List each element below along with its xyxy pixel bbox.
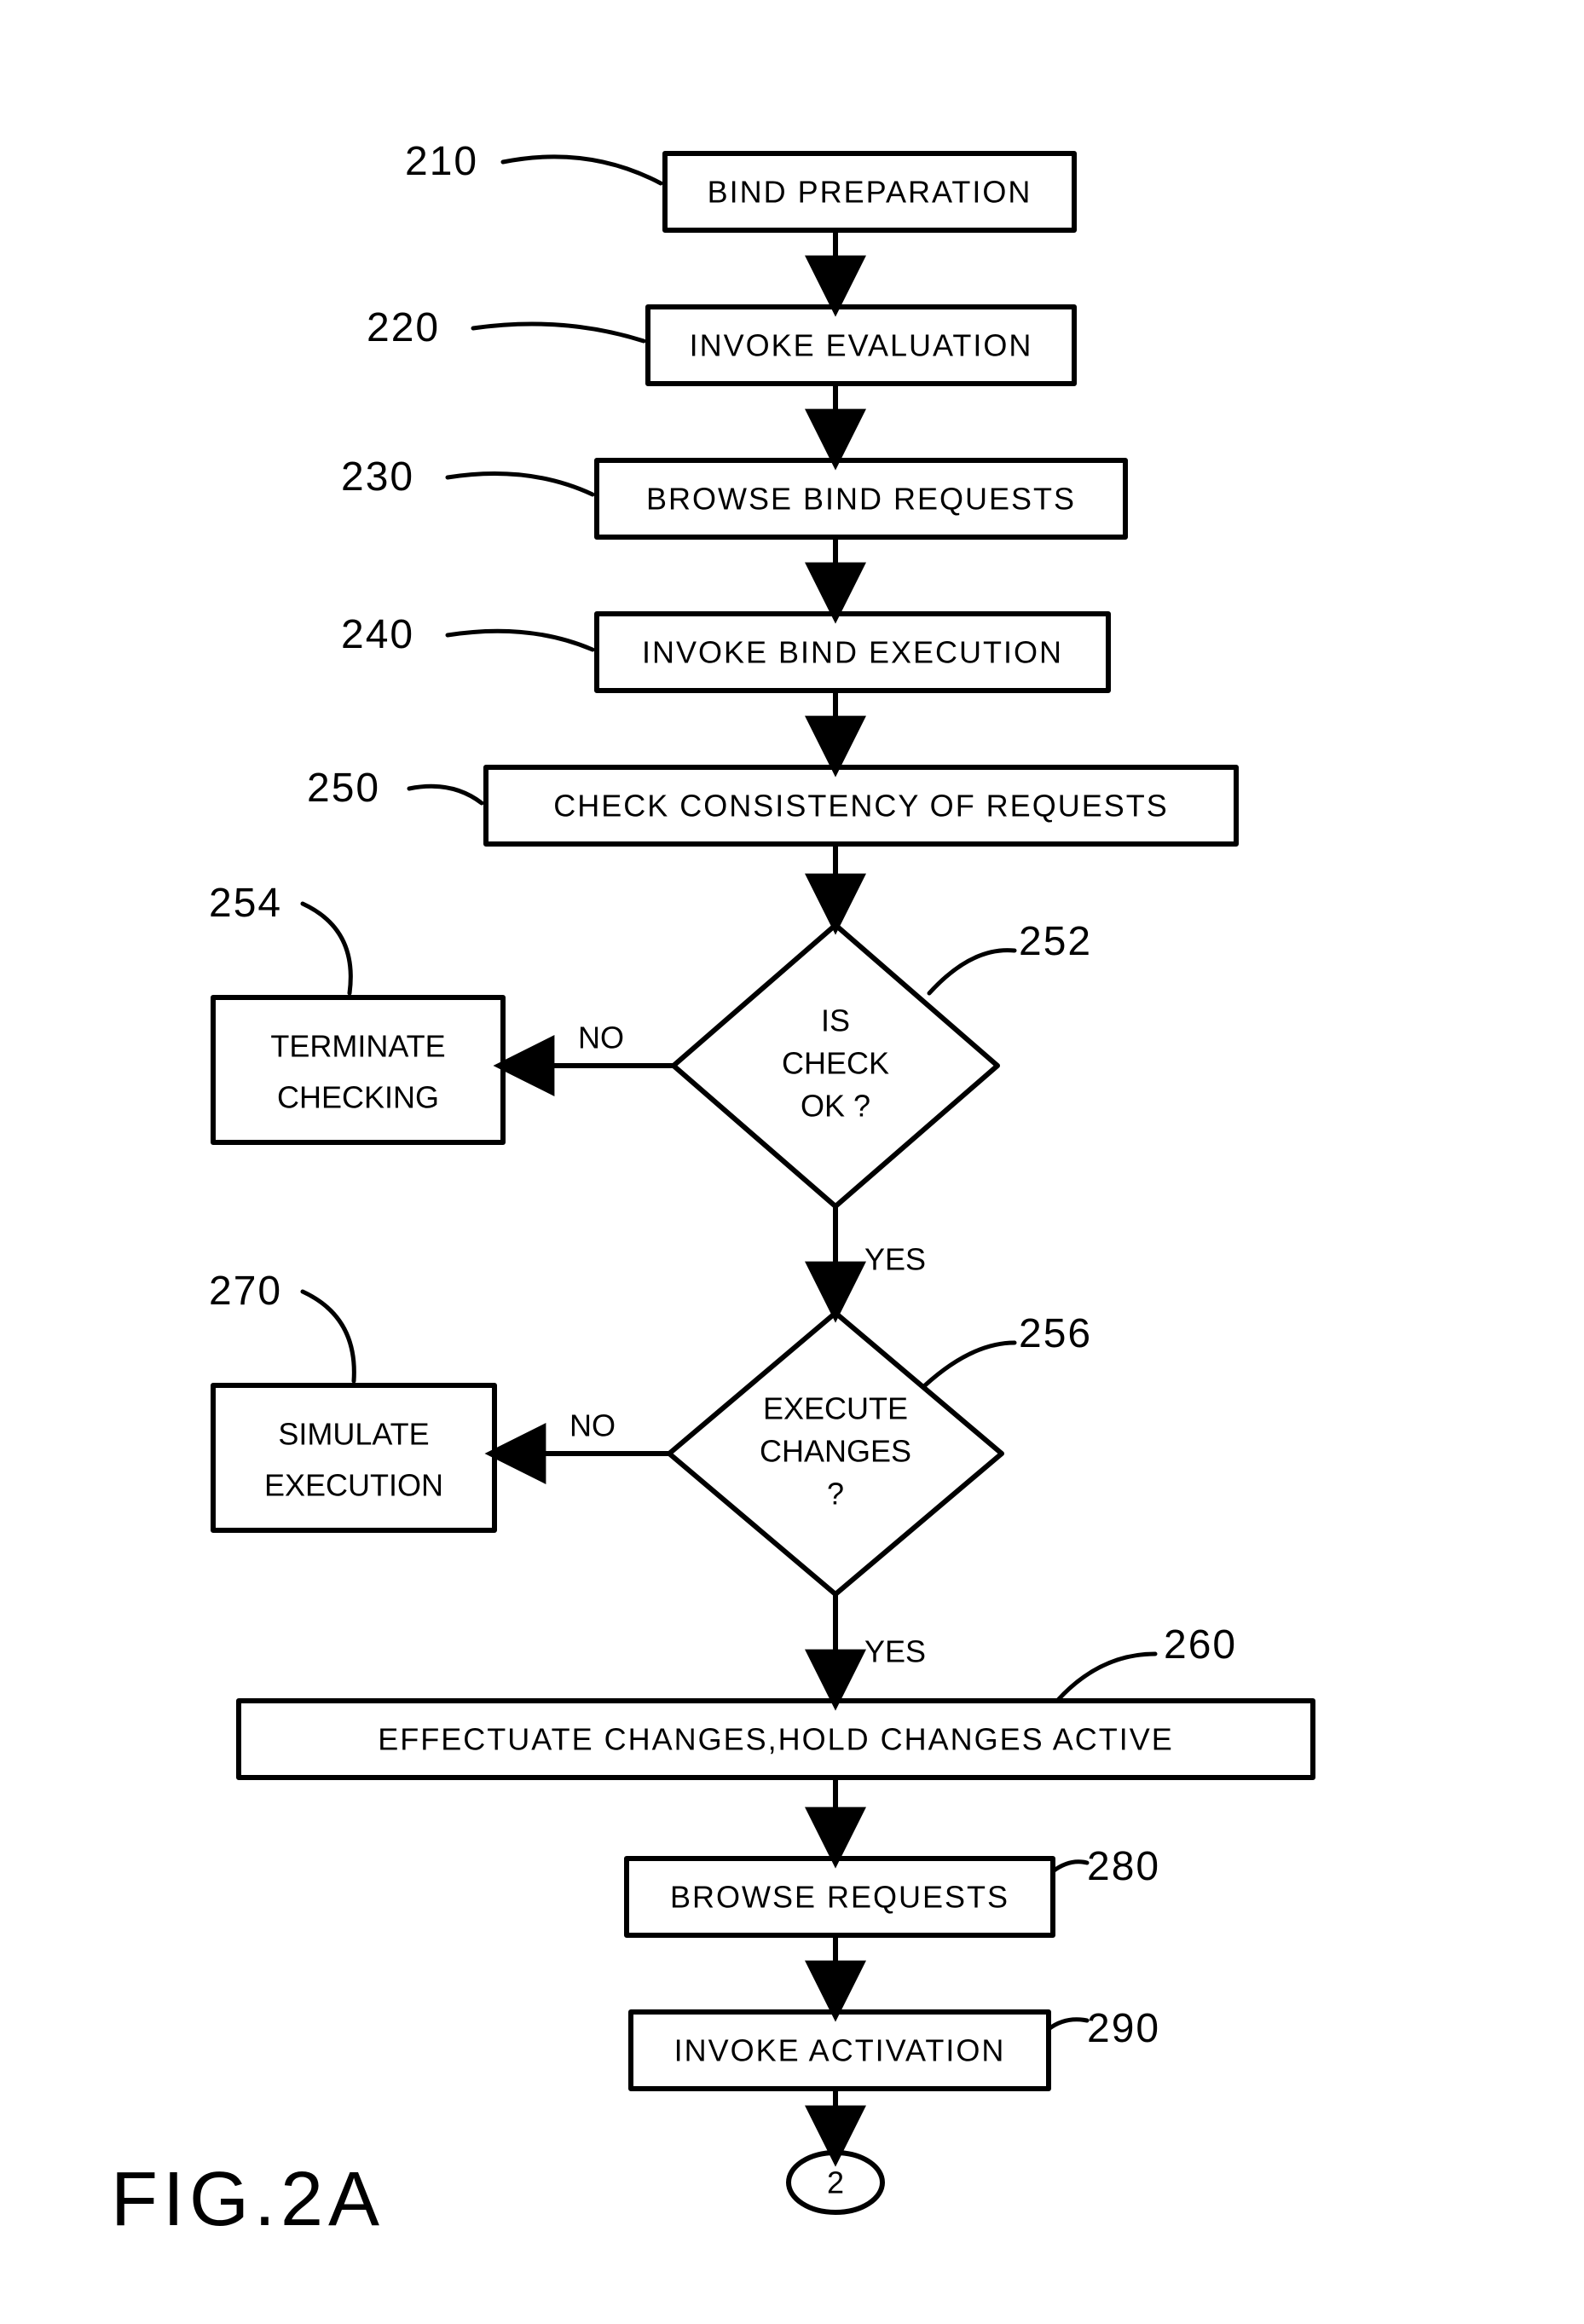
figure-label: FIG.2A bbox=[111, 2157, 384, 2242]
node-230: BROWSE BIND REQUESTS bbox=[597, 460, 1125, 537]
flowchart: BIND PREPARATION 210 INVOKE EVALUATION 2… bbox=[0, 0, 1584, 2324]
leader-252 bbox=[929, 951, 1015, 993]
ref-290: 290 bbox=[1087, 2006, 1160, 2051]
leader-240 bbox=[448, 631, 593, 650]
leader-250 bbox=[409, 786, 482, 803]
ref-256: 256 bbox=[1019, 1311, 1092, 1356]
node-210-label: BIND PREPARATION bbox=[708, 175, 1032, 210]
node-270-l2: EXECUTION bbox=[264, 1468, 443, 1503]
node-250-label: CHECK CONSISTENCY OF REQUESTS bbox=[553, 789, 1168, 824]
ref-220: 220 bbox=[367, 305, 440, 350]
node-260: EFFECTUATE CHANGES,HOLD CHANGES ACTIVE bbox=[239, 1701, 1313, 1778]
ref-280: 280 bbox=[1087, 1844, 1160, 1889]
node-260-label: EFFECTUATE CHANGES,HOLD CHANGES ACTIVE bbox=[378, 1722, 1173, 1757]
leader-260 bbox=[1057, 1654, 1155, 1701]
node-254-l1: TERMINATE bbox=[270, 1029, 445, 1064]
ref-252: 252 bbox=[1019, 919, 1092, 964]
node-252: IS CHECK OK ? bbox=[673, 925, 997, 1206]
leader-256 bbox=[925, 1343, 1015, 1385]
node-254: TERMINATE CHECKING bbox=[213, 997, 503, 1142]
connector-2: 2 bbox=[789, 2153, 882, 2212]
node-256-l2: CHANGES bbox=[760, 1434, 911, 1469]
node-280-label: BROWSE REQUESTS bbox=[670, 1880, 1009, 1915]
leader-220 bbox=[473, 324, 644, 341]
edge-252-256-label: YES bbox=[864, 1242, 926, 1277]
node-220: INVOKE EVALUATION bbox=[648, 307, 1074, 384]
edge-256-260-label: YES bbox=[864, 1634, 926, 1669]
node-256-l1: EXECUTE bbox=[763, 1391, 908, 1426]
ref-254: 254 bbox=[209, 881, 282, 926]
node-210: BIND PREPARATION bbox=[665, 153, 1074, 230]
ref-230: 230 bbox=[341, 454, 414, 500]
node-256: EXECUTE CHANGES ? bbox=[669, 1313, 1002, 1594]
node-240: INVOKE BIND EXECUTION bbox=[597, 614, 1108, 691]
edge-252-254-label: NO bbox=[578, 1020, 624, 1055]
node-220-label: INVOKE EVALUATION bbox=[690, 328, 1033, 363]
ref-250: 250 bbox=[307, 766, 380, 811]
leader-280 bbox=[1053, 1862, 1087, 1871]
leader-270 bbox=[303, 1292, 354, 1381]
node-240-label: INVOKE BIND EXECUTION bbox=[642, 635, 1063, 670]
node-270-l1: SIMULATE bbox=[278, 1417, 429, 1452]
node-252-l2: CHECK bbox=[782, 1046, 889, 1081]
ref-210: 210 bbox=[405, 139, 478, 184]
node-250: CHECK CONSISTENCY OF REQUESTS bbox=[486, 767, 1236, 844]
edge-256-270-label: NO bbox=[569, 1408, 616, 1443]
leader-254 bbox=[303, 904, 350, 993]
node-280: BROWSE REQUESTS bbox=[627, 1859, 1053, 1935]
node-290-label: INVOKE ACTIVATION bbox=[674, 2033, 1006, 2068]
node-256-l3: ? bbox=[827, 1477, 844, 1512]
ref-260: 260 bbox=[1164, 1622, 1237, 1668]
leader-230 bbox=[448, 474, 593, 495]
node-270: SIMULATE EXECUTION bbox=[213, 1385, 494, 1530]
ref-240: 240 bbox=[341, 612, 414, 657]
node-252-l3: OK ? bbox=[801, 1089, 870, 1124]
connector-2-label: 2 bbox=[827, 2165, 844, 2200]
ref-270: 270 bbox=[209, 1269, 282, 1314]
leader-210 bbox=[503, 157, 661, 183]
node-290: INVOKE ACTIVATION bbox=[631, 2012, 1049, 2089]
node-254-l2: CHECKING bbox=[277, 1080, 439, 1115]
node-230-label: BROWSE BIND REQUESTS bbox=[646, 482, 1076, 517]
node-252-l1: IS bbox=[821, 1003, 850, 1038]
leader-290 bbox=[1049, 2020, 1087, 2029]
